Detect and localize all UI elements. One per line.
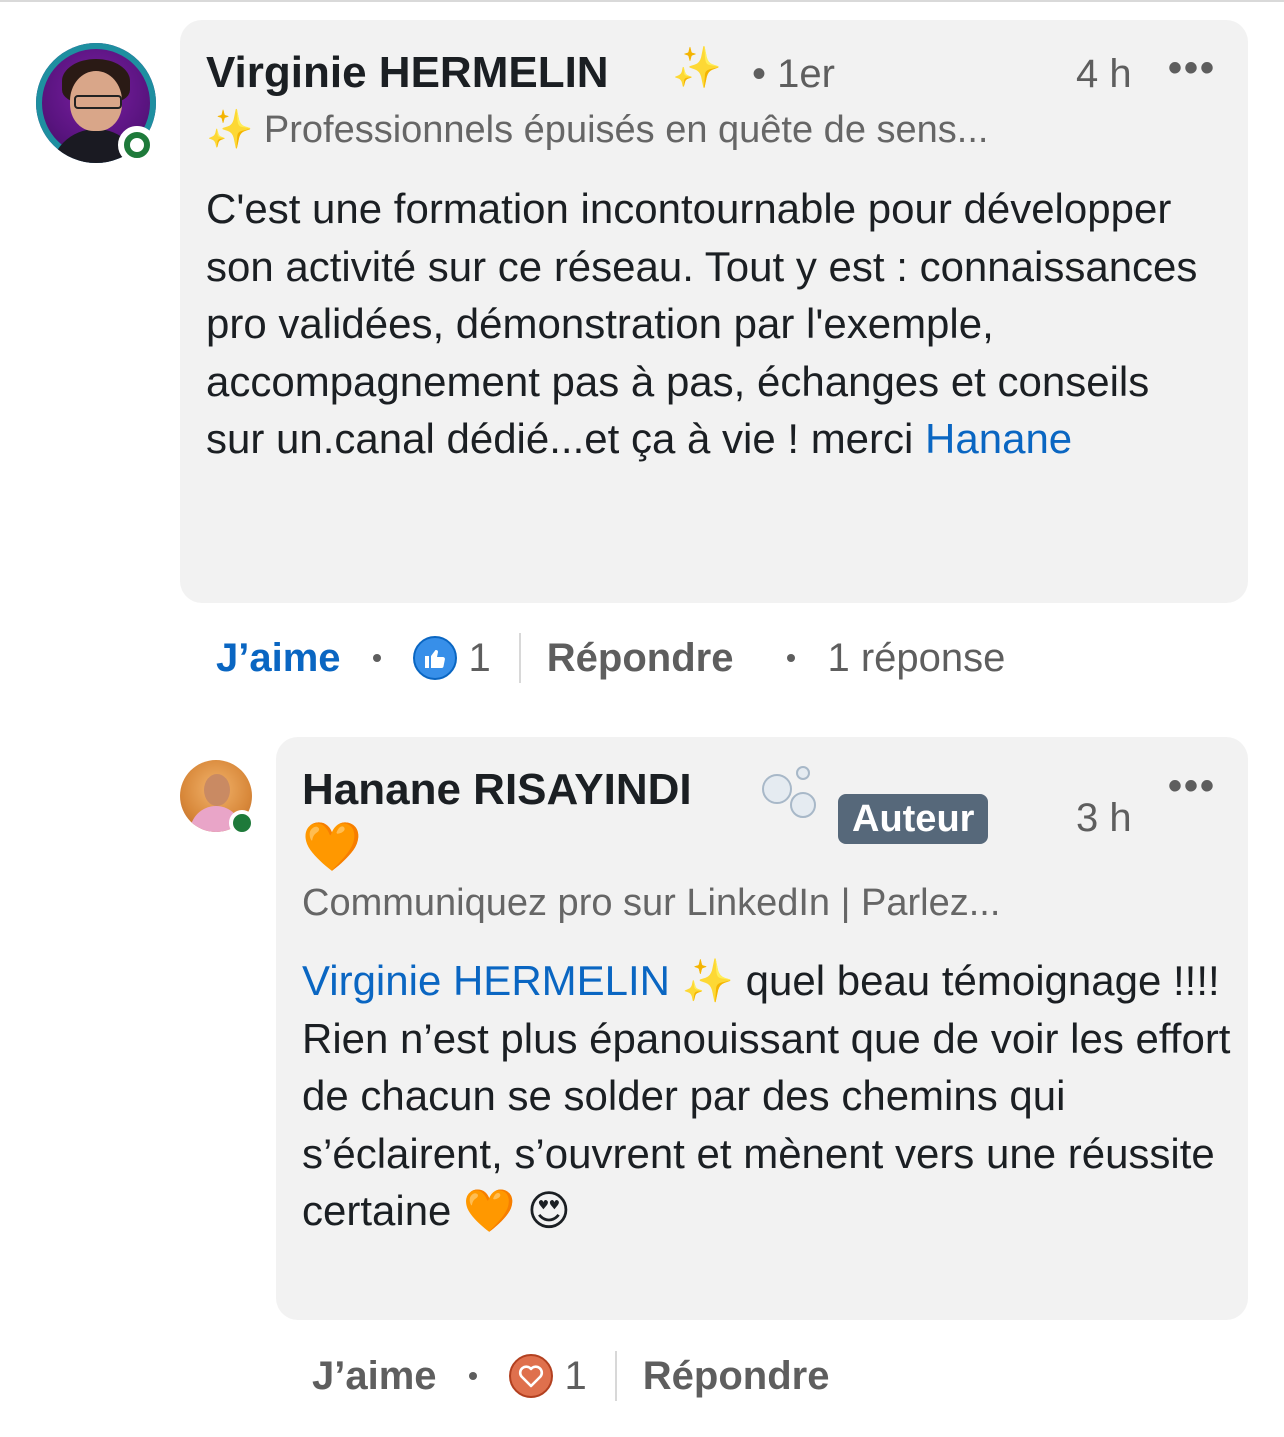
comment-text: C'est une formation incontournable pour … — [206, 180, 1216, 468]
avatar-face — [204, 774, 230, 806]
author-headline: Communiquez pro sur LinkedIn | Parlez... — [302, 882, 1001, 924]
online-status-icon — [118, 126, 156, 164]
comment-timestamp: 4 h — [1076, 52, 1132, 96]
separator-dot — [468, 1372, 477, 1380]
separator-dot — [787, 654, 796, 662]
bubbles-icon — [760, 764, 820, 820]
top-divider — [0, 0, 1284, 2]
reply-button[interactable]: Répondre — [547, 636, 734, 681]
reaction-count[interactable]: 1 — [469, 636, 491, 681]
connection-degree: • 1er — [752, 52, 835, 96]
vertical-separator — [518, 633, 521, 683]
author-badge: Auteur — [838, 794, 989, 844]
like-button[interactable]: J’aime — [216, 636, 341, 681]
mention-link[interactable]: Hanane — [925, 415, 1072, 462]
reply-button[interactable]: Répondre — [643, 1354, 830, 1399]
reaction-count[interactable]: 1 — [565, 1354, 587, 1399]
reply-count-link[interactable]: 1 réponse — [827, 636, 1005, 681]
separator-dot — [372, 654, 381, 662]
mention-link[interactable]: Virginie HERMELIN ✨ — [302, 957, 734, 1004]
sparkles-icon: ✨ — [672, 46, 722, 90]
thumbs-up-icon[interactable] — [412, 636, 457, 680]
heart-icon[interactable] — [508, 1354, 553, 1398]
comment-actions: J’aime 1 Répondre 1 réponse — [216, 628, 1005, 688]
reply-timestamp: 3 h — [1076, 796, 1132, 840]
more-options-icon[interactable]: ••• — [1168, 48, 1216, 88]
reply-actions: J’aime 1 Répondre — [312, 1346, 829, 1406]
reply-author-name[interactable]: Hanane RISAYINDI — [302, 765, 692, 815]
heart-glyph — [518, 1365, 543, 1388]
avatar-glasses — [74, 95, 122, 109]
orange-heart-icon: 🧡 — [302, 821, 362, 874]
thumbs-up-glyph — [424, 650, 445, 669]
more-options-icon[interactable]: ••• — [1168, 766, 1216, 806]
like-button[interactable]: J’aime — [312, 1354, 437, 1399]
online-status-icon — [229, 810, 255, 836]
comment-author-name[interactable]: Virginie HERMELIN — [206, 48, 609, 98]
comments-thread: Virginie HERMELIN ✨ • 1er 4 h ••• ✨ Prof… — [0, 0, 1284, 1437]
vertical-separator — [614, 1351, 617, 1401]
reply-text: Virginie HERMELIN ✨ quel beau témoignage… — [302, 952, 1232, 1240]
author-headline: ✨ Professionnels épuisés en quête de sen… — [206, 109, 989, 151]
